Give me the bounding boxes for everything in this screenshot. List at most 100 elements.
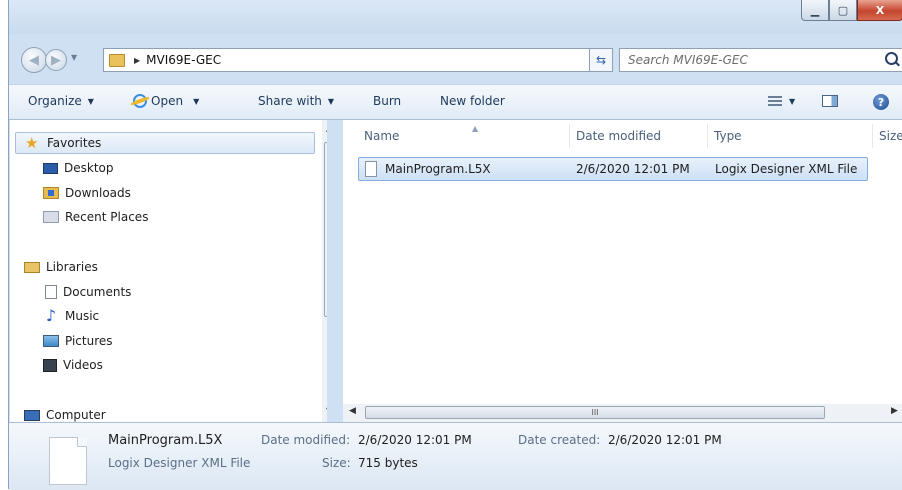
explorer-window: ▁ ▢ X ◀ ▶ ▼ ▶ MVI69E-GEC ▼ ⇆ Organize ▼ O… [8, 0, 902, 490]
scroll-thumb[interactable]: III [365, 406, 825, 419]
column-label: Name [364, 129, 400, 143]
details-date-created-label: Date created: [518, 433, 601, 447]
maximize-button[interactable]: ▢ [829, 0, 857, 21]
libraries-icon [24, 261, 40, 273]
music-note-icon: ♪ [45, 306, 57, 325]
details-date-modified-label: Date modified: [261, 433, 351, 447]
file-icon [49, 437, 87, 485]
view-options-dropdown[interactable]: ▼ [789, 97, 795, 106]
details-size-value: 715 bytes [358, 456, 418, 470]
nav-item-label: Desktop [64, 161, 114, 175]
file-list: ▲ Name Date modified Type Size MainProgr… [343, 120, 902, 422]
details-file-type: Logix Designer XML File [108, 456, 251, 470]
search-box[interactable] [619, 48, 902, 72]
nav-item-documents[interactable]: Documents [43, 281, 131, 303]
search-input[interactable] [626, 52, 870, 68]
star-icon: ★ [25, 134, 39, 152]
nav-item-videos[interactable]: Videos [43, 354, 103, 376]
refresh-button[interactable]: ⇆ [589, 48, 613, 72]
chevron-down-icon: ▼ [87, 96, 94, 106]
nav-item-label: Recent Places [65, 210, 149, 224]
nav-item-label: Music [65, 309, 100, 323]
nav-item-downloads[interactable]: Downloads [43, 182, 131, 204]
details-date-created-value: 2/6/2020 12:01 PM [608, 433, 722, 447]
internet-explorer-icon [133, 94, 147, 108]
nav-item-label: Favorites [47, 136, 102, 150]
organize-label: Organize [28, 94, 82, 108]
back-arrow-icon: ◀ [29, 52, 39, 68]
column-header-date-modified[interactable]: Date modified [570, 124, 708, 148]
nav-item-desktop[interactable]: Desktop [43, 157, 114, 179]
scroll-down-icon[interactable]: ▼ [326, 406, 327, 415]
preview-pane-icon[interactable] [822, 95, 838, 107]
breadcrumb-folder[interactable]: MVI69E-GEC [146, 53, 221, 67]
details-pane: MainProgram.L5X Logix Designer XML File … [9, 422, 902, 490]
recent-places-icon [43, 211, 59, 223]
nav-item-recent-places[interactable]: Recent Places [43, 206, 148, 228]
title-bar: ▁ ▢ X [9, 0, 902, 34]
back-button[interactable]: ◀ [21, 47, 47, 73]
sort-ascending-icon: ▲ [472, 124, 479, 133]
recent-pages-dropdown[interactable]: ▼ [71, 53, 77, 62]
nav-item-label: Pictures [65, 334, 113, 348]
nav-item-favorites[interactable]: ★ Favorites [15, 132, 315, 154]
nav-item-pictures[interactable]: Pictures [43, 330, 113, 352]
breadcrumb-separator-icon[interactable]: ▶ [134, 56, 140, 65]
nav-item-computer[interactable]: Computer [24, 404, 106, 422]
change-view-icon[interactable] [768, 96, 782, 106]
column-header-type[interactable]: Type [708, 124, 873, 148]
file-date-modified: 2/6/2020 12:01 PM [576, 162, 690, 176]
nav-item-music[interactable]: ♪ Music [43, 305, 99, 327]
scroll-right-icon[interactable]: ▶ [891, 406, 898, 416]
forward-button[interactable]: ▶ [45, 49, 67, 71]
help-icon[interactable]: ? [873, 94, 889, 110]
nav-item-label: Libraries [46, 260, 98, 274]
file-row[interactable]: MainProgram.L5X 2/6/2020 12:01 PM Logix … [358, 157, 868, 181]
horizontal-scrollbar[interactable]: ◀ III ▶ [343, 404, 902, 422]
nav-item-label: Computer [46, 408, 106, 422]
nav-item-label: Videos [63, 358, 103, 372]
minimize-button[interactable]: ▁ [801, 0, 829, 21]
nav-item-label: Documents [63, 285, 132, 299]
close-button[interactable]: X [857, 0, 902, 21]
file-icon [365, 161, 377, 177]
file-name: MainProgram.L5X [385, 162, 491, 176]
nav-item-label: Downloads [65, 186, 131, 200]
scroll-thumb[interactable] [324, 142, 327, 317]
desktop-icon [43, 162, 58, 174]
videos-icon [43, 358, 57, 372]
downloads-icon [43, 187, 59, 199]
open-label: Open [151, 94, 184, 108]
computer-icon [24, 409, 40, 421]
nav-item-libraries[interactable]: Libraries [24, 256, 98, 278]
scroll-left-icon[interactable]: ◀ [349, 406, 356, 416]
refresh-icon: ⇆ [595, 53, 607, 67]
grip-icon: III [591, 408, 599, 417]
column-label: Size [879, 129, 902, 143]
column-header-size[interactable]: Size [873, 124, 902, 148]
forward-arrow-icon: ▶ [51, 52, 61, 68]
details-file-name: MainProgram.L5X [108, 433, 223, 448]
address-row: ◀ ▶ ▼ ▶ MVI69E-GEC ▼ ⇆ [9, 44, 902, 74]
window-controls: ▁ ▢ X [801, 0, 902, 21]
burn-button[interactable]: Burn [373, 94, 401, 108]
column-label: Type [714, 129, 742, 143]
file-type: Logix Designer XML File [715, 162, 858, 176]
command-bar: Organize ▼ Open ▼ Share with ▼ Burn New fol… [9, 84, 902, 120]
column-header-name[interactable]: ▲ Name [358, 124, 570, 148]
chevron-down-icon: ▼ [193, 96, 200, 106]
open-menu[interactable]: Open ▼ [133, 94, 199, 108]
details-size-label: Size: [322, 456, 351, 470]
documents-icon [45, 285, 57, 299]
column-label: Date modified [576, 129, 662, 143]
folder-icon [109, 53, 125, 67]
organize-menu[interactable]: Organize ▼ [28, 94, 94, 108]
nav-vertical-scrollbar[interactable]: ▲ ▼ [322, 120, 327, 422]
share-with-menu[interactable]: Share with ▼ [258, 94, 334, 108]
scroll-up-icon[interactable]: ▲ [326, 124, 327, 133]
chevron-down-icon: ▼ [327, 96, 335, 106]
address-bar[interactable]: ▶ MVI69E-GEC ▼ [103, 48, 610, 72]
new-folder-button[interactable]: New folder [440, 94, 505, 108]
pictures-icon [43, 335, 59, 347]
search-icon[interactable] [885, 52, 898, 65]
